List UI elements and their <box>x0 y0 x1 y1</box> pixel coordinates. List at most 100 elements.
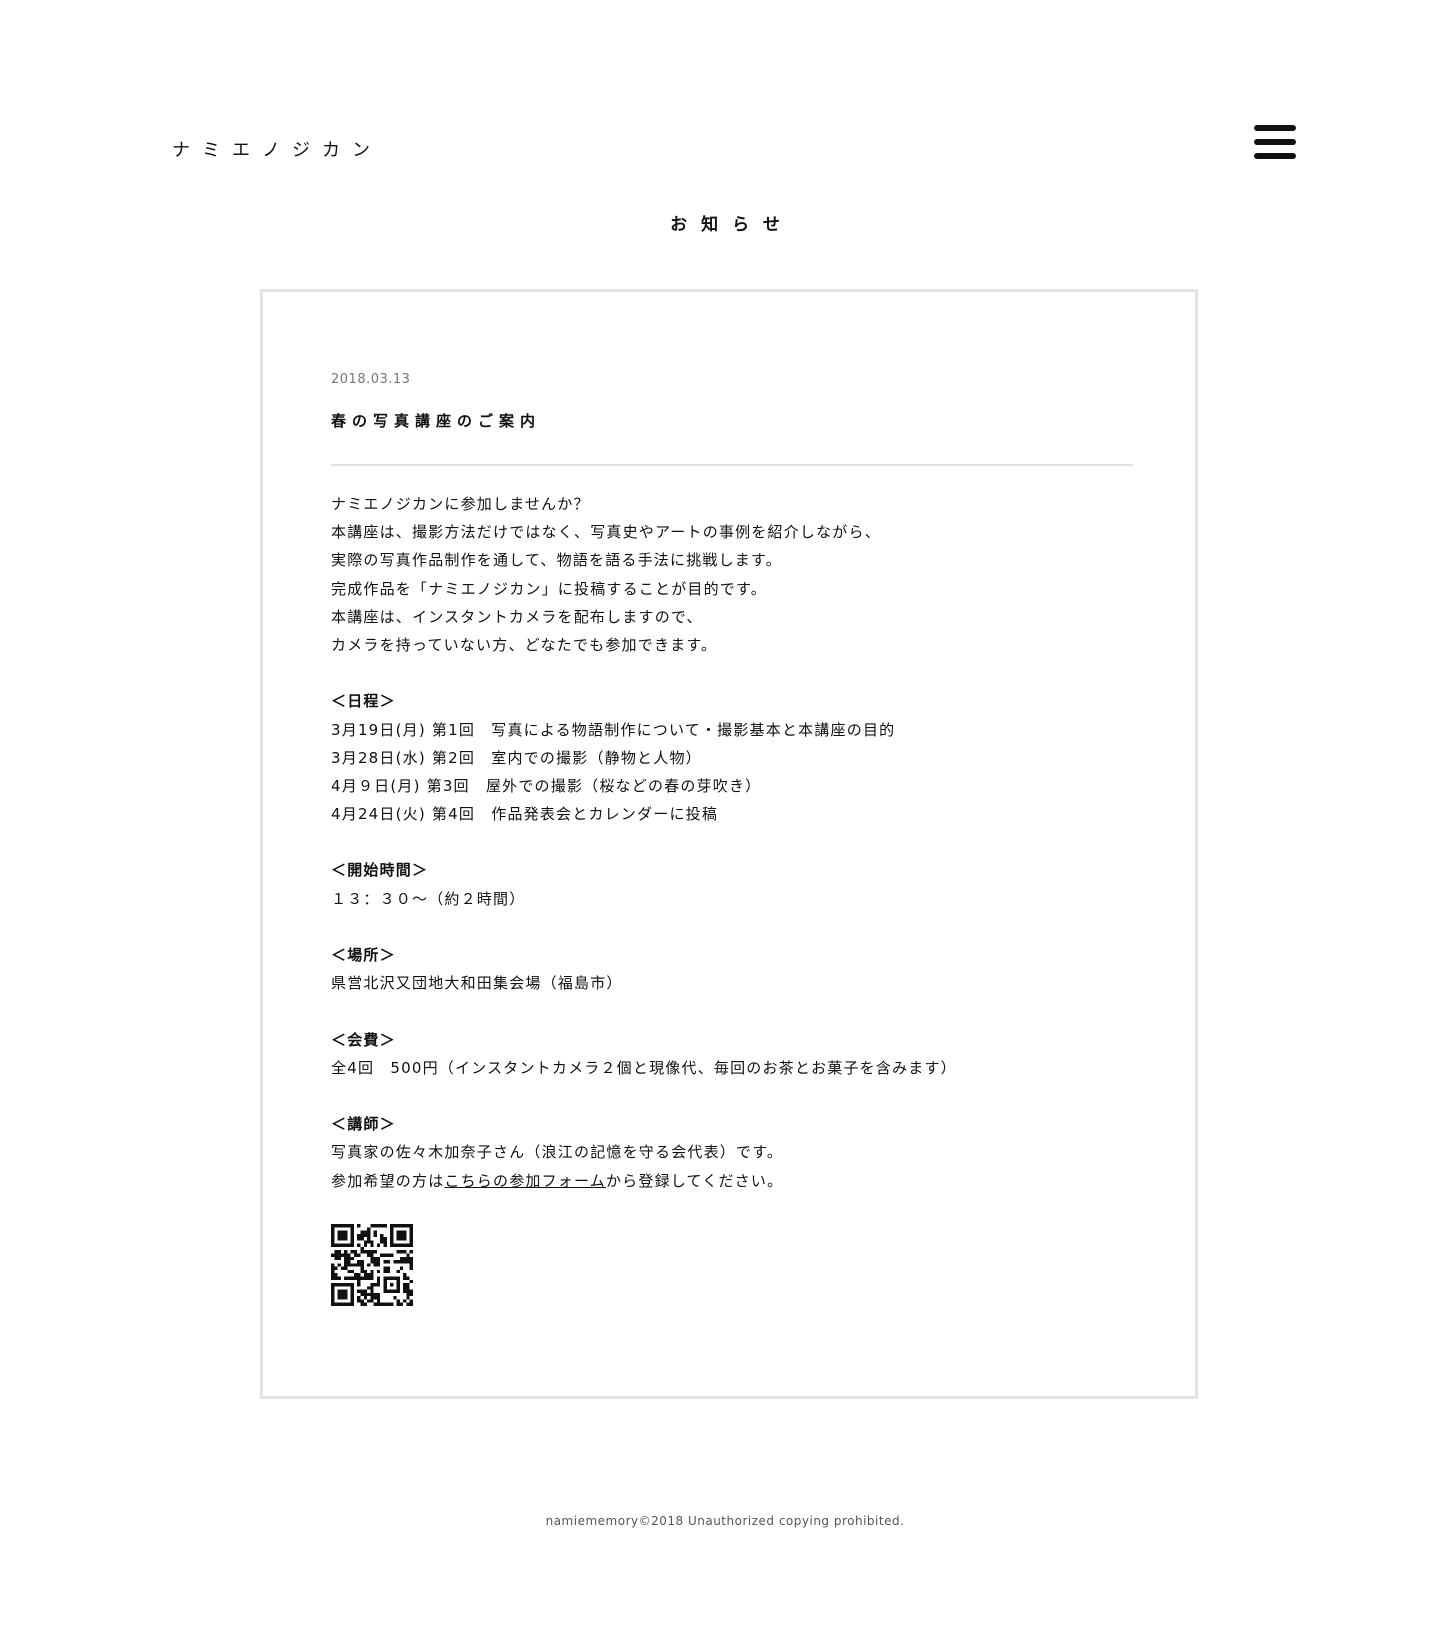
qr-module <box>360 1250 364 1254</box>
intro-line: 実際の写真作品制作を通して、物語を語る手法に挑戦します。 <box>331 551 782 570</box>
qr-module <box>363 1273 368 1277</box>
qr-module <box>360 1289 364 1293</box>
qr-module <box>386 1266 391 1270</box>
qr-module <box>350 1256 354 1261</box>
qr-module <box>396 1299 400 1303</box>
qr-module <box>367 1240 371 1244</box>
qr-module <box>331 1253 335 1257</box>
divider <box>331 464 1133 466</box>
qr-module <box>376 1260 381 1264</box>
qr-module <box>376 1224 381 1228</box>
qr-module <box>376 1279 381 1284</box>
qr-module <box>386 1260 391 1264</box>
qr-module <box>363 1276 368 1280</box>
qr-module <box>406 1276 410 1280</box>
qr-module <box>409 1263 413 1267</box>
qr-module <box>409 1250 413 1254</box>
schedule-item: 4月９日(月) 第3回 屋外での撮影（桜などの春の芽吹き） <box>331 776 762 795</box>
signup-line: 参加希望の方はこちらの参加フォームから登録してください。 <box>331 1167 1151 1195</box>
qr-module <box>380 1302 384 1306</box>
instructor-text: 写真家の佐々木加奈子さん（浪江の記憶を守る会代表）です。 <box>331 1143 784 1162</box>
qr-module <box>347 1256 351 1261</box>
qr-module <box>357 1260 361 1264</box>
qr-module <box>367 1299 371 1303</box>
qr-module <box>360 1230 364 1234</box>
qr-module <box>370 1292 374 1297</box>
qr-module <box>340 1266 345 1270</box>
qr-module <box>409 1302 413 1306</box>
qr-module <box>360 1299 364 1303</box>
qr-module <box>344 1276 348 1280</box>
qr-module <box>406 1292 410 1297</box>
qr-module <box>347 1260 351 1264</box>
qr-module <box>373 1260 377 1264</box>
qr-module <box>357 1279 361 1284</box>
qr-module <box>403 1256 407 1261</box>
post-date: 2018.03.13 <box>331 372 411 387</box>
qr-module <box>399 1256 404 1261</box>
qr-module <box>344 1263 348 1267</box>
qr-module <box>383 1224 387 1228</box>
qr-module <box>380 1253 384 1257</box>
qr-module <box>360 1276 364 1280</box>
qr-module <box>376 1299 381 1303</box>
qr-module <box>357 1276 361 1280</box>
signup-form-link[interactable]: こちらの参加フォーム <box>444 1172 606 1190</box>
qr-module <box>353 1253 358 1257</box>
qr-module <box>403 1299 407 1303</box>
qr-module <box>334 1276 338 1280</box>
qr-module <box>406 1302 410 1306</box>
qr-module <box>373 1292 377 1297</box>
qr-module <box>383 1269 387 1274</box>
qr-module <box>370 1260 374 1264</box>
qr-module <box>331 1266 335 1270</box>
qr-module <box>367 1273 371 1277</box>
venue-heading: ＜場所＞ <box>331 946 396 964</box>
qr-module <box>367 1230 371 1234</box>
qr-module <box>399 1266 404 1270</box>
qr-module <box>376 1302 381 1306</box>
qr-module <box>370 1240 374 1244</box>
qr-module <box>406 1260 410 1264</box>
qr-module <box>357 1299 361 1303</box>
qr-module <box>376 1256 381 1261</box>
qr-module <box>376 1296 381 1300</box>
qr-module <box>363 1289 368 1293</box>
qr-module <box>344 1250 348 1254</box>
qr-module <box>360 1266 364 1270</box>
qr-module <box>373 1233 377 1238</box>
qr-module <box>409 1292 413 1297</box>
qr-module <box>406 1256 410 1261</box>
qr-module <box>373 1302 377 1306</box>
qr-module <box>370 1243 374 1247</box>
qr-module <box>386 1269 391 1274</box>
qr-module <box>406 1286 410 1290</box>
start-time-text: １３：３０～（約２時間） <box>331 889 526 908</box>
qr-module <box>367 1286 371 1290</box>
qr-module <box>347 1253 351 1257</box>
page-title: お知らせ <box>670 215 794 235</box>
qr-module <box>344 1253 348 1257</box>
qr-module <box>363 1269 368 1274</box>
schedule-item: 3月28日(水) 第2回 室内での撮影（静物と人物） <box>331 748 702 767</box>
qr-module <box>373 1296 377 1300</box>
qr-module <box>390 1253 394 1257</box>
qr-module <box>331 1269 335 1274</box>
qr-module <box>396 1302 400 1306</box>
qr-module <box>367 1276 371 1280</box>
qr-module <box>340 1253 345 1257</box>
qr-module <box>383 1237 387 1241</box>
qr-module <box>357 1289 361 1293</box>
hamburger-menu-icon[interactable] <box>1254 125 1296 161</box>
qr-module <box>403 1289 407 1293</box>
qr-module <box>386 1253 391 1257</box>
qr-module <box>406 1283 410 1287</box>
intro-line: カメラを持っていない方、どなたでも参加できます。 <box>331 635 718 654</box>
qr-module <box>370 1276 374 1280</box>
qr-module <box>376 1283 381 1287</box>
site-title[interactable]: ナミエノジカン <box>172 136 382 162</box>
qr-module <box>350 1250 354 1254</box>
signup-prefix: 参加希望の方は <box>331 1171 445 1190</box>
qr-module <box>373 1250 377 1254</box>
qr-module <box>403 1273 407 1277</box>
